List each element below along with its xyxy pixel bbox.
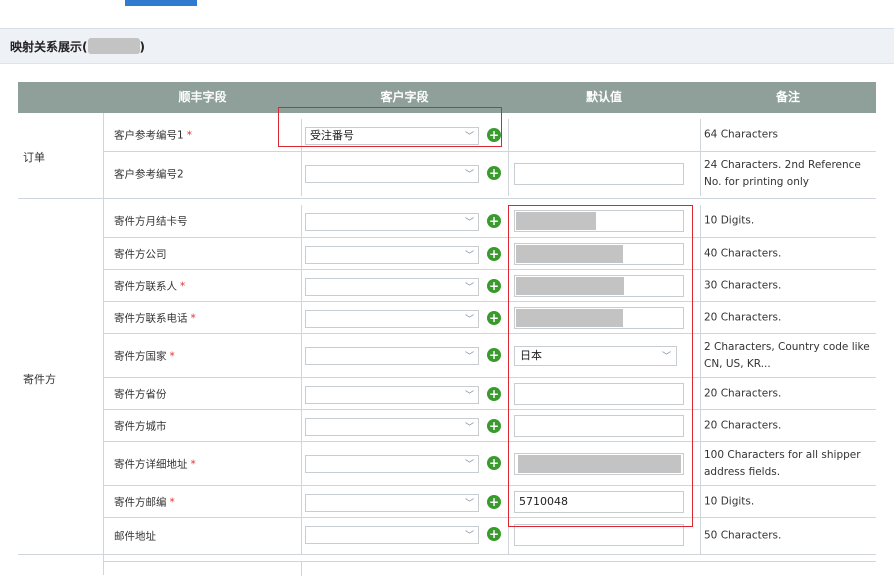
remark-text: 20 Characters. [704,387,782,400]
plus-circle-icon[interactable]: + [487,419,501,433]
plus-circle-icon[interactable]: + [487,495,501,509]
section-title: 映射关系展示() [10,38,145,54]
field-label: 寄件方城市 [114,420,167,433]
highlight-box-customer-field [278,107,502,147]
plus-circle-icon[interactable]: + [487,166,501,180]
chevron-down-icon: ﹀ [464,283,474,293]
table-row: 邮件地址 ﹀ + 50 Characters. [104,517,876,554]
remark-text: 2 Characters, Country code like CN, US, … [704,341,870,370]
table-row: 寄件方详细地址 * ﹀ + 100 Characters for all ship… [104,441,876,486]
table-row: 寄件方联系电话 * ﹀ + 20 Characters. [104,301,876,334]
col-sf-field: 顺丰字段 [178,90,227,104]
group-label-order: 订单 [23,151,45,164]
table-row: 寄件方公司 ﹀ + 40 Characters. [104,237,876,270]
default-value-input[interactable] [514,524,684,546]
required-mark: * [186,129,192,142]
top-bar [0,0,894,29]
chevron-down-icon: ﹀ [464,218,474,228]
group-next [18,555,876,576]
highlight-box-default-values [508,205,693,527]
table-row: 寄件方月结卡号 ﹀ + 10 Digits. [104,205,876,237]
remark-text: 20 Characters. [704,311,782,324]
table-row: 客户参考编号2 ﹀ + 24 Characters. 2nd Reference… [104,151,876,196]
chevron-down-icon: ﹀ [464,251,474,261]
table-row: 寄件方邮编 * ﹀ + 5710048 10 Digits. [104,485,876,518]
col-remark: 备注 [775,90,800,104]
table-row: 寄件方联系人 * ﹀ + 30 Characters. [104,269,876,302]
chevron-down-icon: ﹀ [464,391,474,401]
field-label: 寄件方省份 [114,388,167,401]
field-label: 寄件方邮编 [114,496,167,509]
plus-circle-icon[interactable]: + [487,311,501,325]
chevron-down-icon: ﹀ [464,315,474,325]
group-label-shipper: 寄件方 [23,373,56,386]
group-shipper: 寄件方 寄件方月结卡号 ﹀ + 10 Digits. 寄件方公司 ﹀ + 40 … [18,199,876,555]
active-top-tab[interactable] [125,0,197,6]
plus-circle-icon[interactable]: + [487,527,501,541]
chevron-down-icon: ﹀ [464,170,474,180]
default-value-input[interactable] [514,163,684,185]
field-label: 邮件地址 [114,530,156,543]
chevron-down-icon: ﹀ [464,499,474,509]
remark-text: 20 Characters. [704,419,782,432]
plus-circle-icon[interactable]: + [487,279,501,293]
plus-circle-icon[interactable]: + [487,214,501,228]
plus-circle-icon[interactable]: + [487,387,501,401]
field-label: 寄件方国家 [114,350,167,363]
required-mark: * [190,458,196,471]
chevron-down-icon: ﹀ [464,423,474,433]
table-row: 寄件方城市 ﹀ + 20 Characters. [104,409,876,442]
table-row [104,561,876,576]
required-mark: * [180,280,186,293]
required-mark: * [169,350,175,363]
remark-text: 50 Characters. [704,529,782,542]
section-header: 映射关系展示() [0,29,894,64]
customer-field-select[interactable]: ﹀ [305,347,479,365]
remark-text: 100 Characters for all shipper address f… [704,449,861,478]
customer-field-select[interactable]: ﹀ [305,246,479,264]
customer-field-select[interactable]: ﹀ [305,310,479,328]
customer-field-select[interactable]: ﹀ [305,213,479,231]
field-label: 客户参考编号2 [114,168,184,181]
customer-field-select[interactable]: ﹀ [305,455,479,473]
customer-field-select[interactable]: ﹀ [305,494,479,512]
remark-text: 24 Characters. 2nd Reference No. for pri… [704,159,861,188]
col-default-value: 默认值 [585,90,622,104]
field-label: 寄件方公司 [114,248,167,261]
chevron-down-icon: ﹀ [464,531,474,541]
table-row: 寄件方省份 ﹀ + 20 Characters. [104,377,876,410]
field-label: 客户参考编号1 [114,129,184,142]
field-label: 寄件方详细地址 [114,458,188,471]
field-label: 寄件方联系电话 [114,312,188,325]
chevron-down-icon: ﹀ [464,460,474,470]
chevron-down-icon: ﹀ [464,352,474,362]
plus-circle-icon[interactable]: + [487,456,501,470]
field-label: 寄件方联系人 [114,280,177,293]
required-mark: * [169,496,175,509]
remark-text: 10 Digits. [704,214,755,227]
customer-field-select[interactable]: ﹀ [305,386,479,404]
plus-circle-icon[interactable]: + [487,348,501,362]
plus-circle-icon[interactable]: + [487,247,501,261]
customer-field-select[interactable]: ﹀ [305,418,479,436]
customer-field-select[interactable]: ﹀ [305,526,479,544]
remark-text: 40 Characters. [704,247,782,260]
remark-text: 64 Characters [704,128,779,141]
remark-text: 30 Characters. [704,279,782,292]
redacted-name [87,38,140,54]
table-row: 寄件方国家 * ﹀ + 日本 ﹀ 2 Characters, Country cod… [104,333,876,378]
field-label: 寄件方月结卡号 [114,215,188,228]
remark-text: 10 Digits. [704,495,755,508]
required-mark: * [190,312,196,325]
customer-field-select[interactable]: ﹀ [305,278,479,296]
customer-field-select[interactable]: ﹀ [305,165,479,183]
